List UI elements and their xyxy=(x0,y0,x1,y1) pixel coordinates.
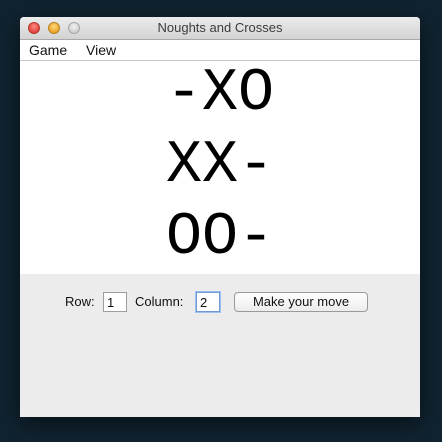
board-row-2: XX- xyxy=(165,132,275,200)
close-window-icon[interactable] xyxy=(28,22,40,34)
window-title: Noughts and Crosses xyxy=(157,20,283,35)
board-row-1: -XO xyxy=(165,60,275,128)
title-bar[interactable]: Noughts and Crosses xyxy=(20,17,420,40)
menu-view[interactable]: View xyxy=(86,40,116,60)
app-window: Noughts and Crosses Game View -XO XX- OO… xyxy=(20,17,420,417)
column-input[interactable] xyxy=(196,292,220,312)
zoom-window-icon[interactable] xyxy=(68,22,80,34)
row-input[interactable] xyxy=(103,292,127,312)
menu-bar: Game View xyxy=(20,40,420,61)
board-row-3: OO- xyxy=(165,204,275,272)
menu-game[interactable]: Game xyxy=(29,40,67,60)
minimize-window-icon[interactable] xyxy=(48,22,60,34)
row-label: Row: xyxy=(65,294,95,309)
game-board: -XO XX- OO- xyxy=(20,61,420,274)
column-label: Column: xyxy=(135,294,184,309)
make-move-button[interactable]: Make your move xyxy=(234,292,368,312)
move-controls-panel: Row: Column: Make your move xyxy=(20,274,420,417)
